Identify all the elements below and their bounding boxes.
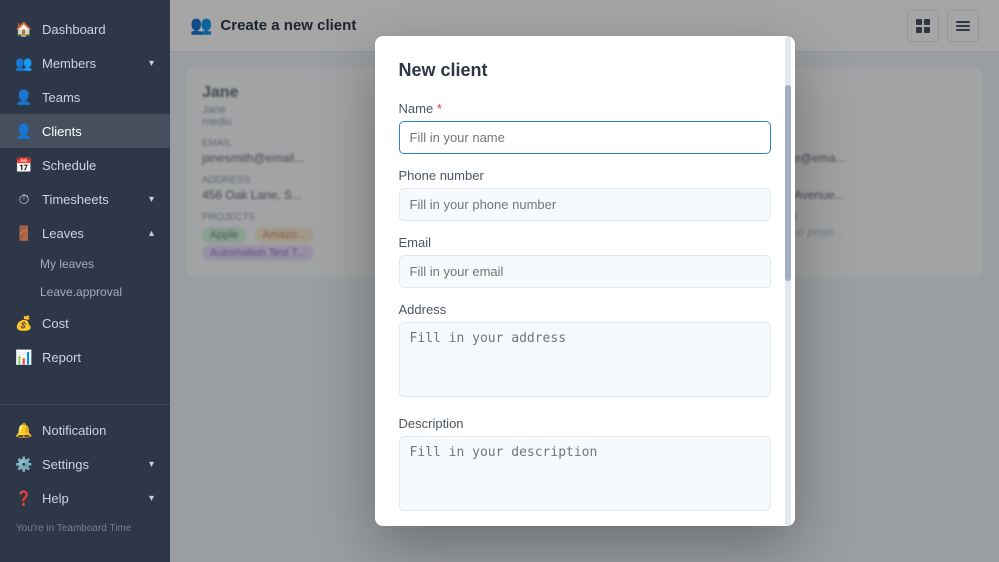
scrollbar-track (785, 36, 791, 526)
phone-label: Phone number (399, 168, 771, 183)
address-label: Address (399, 302, 771, 317)
sidebar-item-label: Members (42, 56, 96, 71)
sidebar-item-help[interactable]: ❓ Help ▾ (0, 481, 170, 515)
teams-icon: 👤 (16, 89, 32, 105)
required-indicator: * (437, 101, 442, 116)
scrollbar-thumb[interactable] (785, 85, 791, 281)
sidebar-item-label: Help (42, 491, 69, 506)
sidebar-item-report[interactable]: 📊 Report (0, 340, 170, 374)
main-content: 👥 Create a new client (170, 0, 999, 562)
address-textarea[interactable] (399, 322, 771, 397)
members-icon: 👥 (16, 55, 32, 71)
sidebar-footer: 🔔 Notification ⚙️ Settings ▾ ❓ Help ▾ Yo… (0, 404, 170, 550)
sidebar-item-timesheets[interactable]: ⏱ Timesheets ▾ (0, 182, 170, 216)
sidebar-item-label: Report (42, 350, 81, 365)
chevron-down-icon: ▾ (149, 459, 154, 470)
email-input[interactable] (399, 255, 771, 288)
sidebar-item-leave-approval[interactable]: Leave.approval (0, 278, 170, 306)
help-icon: ❓ (16, 490, 32, 506)
timesheets-icon: ⏱ (16, 191, 32, 207)
chevron-down-icon: ▾ (149, 493, 154, 504)
description-field-group: Description (399, 416, 771, 516)
name-label: Name * (399, 101, 771, 116)
sidebar-item-notification[interactable]: 🔔 Notification (0, 413, 170, 447)
sidebar-item-label: Cost (42, 316, 69, 331)
new-client-modal: New client Name * Phone number Email (375, 36, 795, 526)
modal-overlay: New client Name * Phone number Email (170, 0, 999, 562)
dashboard-icon: 🏠 (16, 21, 32, 37)
sidebar-item-label: Leaves (42, 226, 84, 241)
sidebar-item-label: Timesheets (42, 192, 109, 207)
description-label: Description (399, 416, 771, 431)
phone-field-group: Phone number (399, 168, 771, 221)
sidebar-item-label: Settings (42, 457, 89, 472)
email-label: Email (399, 235, 771, 250)
chevron-down-icon: ▾ (149, 194, 154, 205)
clients-icon: 👤 (16, 123, 32, 139)
sidebar-item-label: Schedule (42, 158, 96, 173)
sidebar-item-teams[interactable]: 👤 Teams (0, 80, 170, 114)
phone-input[interactable] (399, 188, 771, 221)
modal-title: New client (399, 60, 771, 81)
sidebar-item-label: Dashboard (42, 22, 106, 37)
sidebar-item-settings[interactable]: ⚙️ Settings ▾ (0, 447, 170, 481)
sidebar-item-my-leaves[interactable]: My leaves (0, 250, 170, 278)
description-textarea[interactable] (399, 436, 771, 511)
sidebar-item-label: Notification (42, 423, 106, 438)
sidebar-item-label: Leave.approval (40, 285, 122, 299)
chevron-up-icon: ▴ (149, 228, 154, 239)
leaves-icon: 🚪 (16, 225, 32, 241)
settings-icon: ⚙️ (16, 456, 32, 472)
sidebar-footer-text: You're in Teamboard Time (0, 515, 170, 542)
name-field-group: Name * (399, 101, 771, 154)
email-field-group: Email (399, 235, 771, 288)
sidebar-item-label: My leaves (40, 257, 94, 271)
sidebar-item-dashboard[interactable]: 🏠 Dashboard (0, 12, 170, 46)
sidebar-item-leaves[interactable]: 🚪 Leaves ▴ (0, 216, 170, 250)
sidebar-item-schedule[interactable]: 📅 Schedule (0, 148, 170, 182)
sidebar-item-label: Teams (42, 90, 80, 105)
schedule-icon: 📅 (16, 157, 32, 173)
sidebar-item-cost[interactable]: 💰 Cost (0, 306, 170, 340)
name-input[interactable] (399, 121, 771, 154)
chevron-down-icon: ▾ (149, 58, 154, 69)
notification-icon: 🔔 (16, 422, 32, 438)
sidebar-item-clients[interactable]: 👤 Clients (0, 114, 170, 148)
address-field-group: Address (399, 302, 771, 402)
sidebar: 🏠 Dashboard 👥 Members ▾ 👤 Teams 👤 Client… (0, 0, 170, 562)
sidebar-item-label: Clients (42, 124, 82, 139)
sidebar-item-members[interactable]: 👥 Members ▾ (0, 46, 170, 80)
cost-icon: 💰 (16, 315, 32, 331)
report-icon: 📊 (16, 349, 32, 365)
